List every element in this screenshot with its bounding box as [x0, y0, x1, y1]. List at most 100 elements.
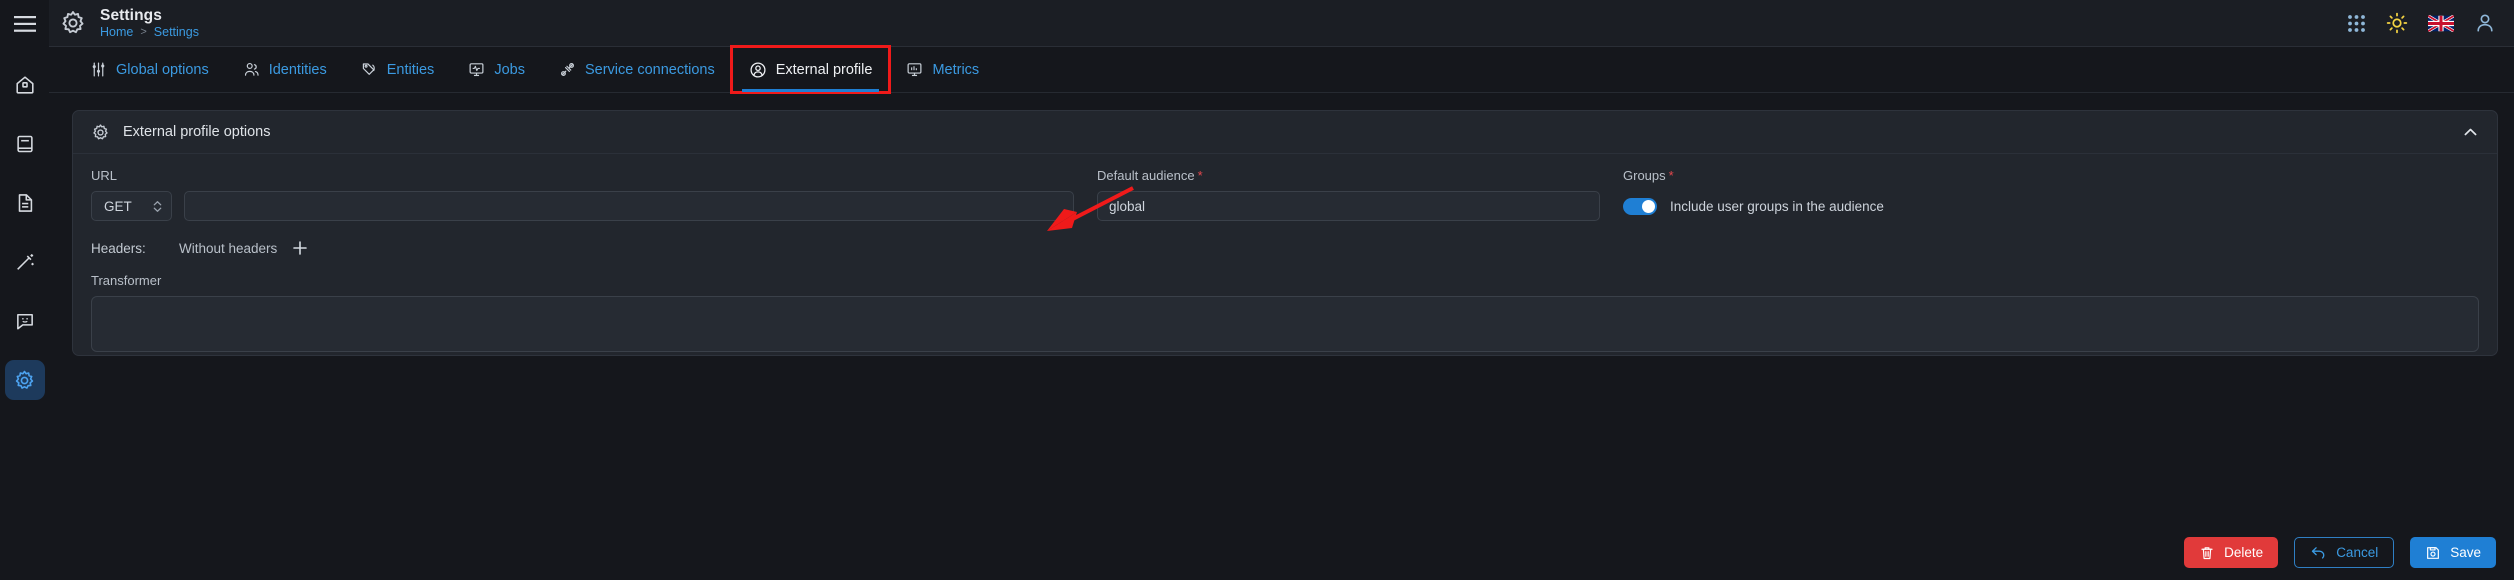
monitor-pulse-icon	[468, 61, 485, 78]
grid-apps-icon	[2348, 14, 2365, 32]
page-heading-group: Settings Home > Settings	[100, 7, 199, 40]
sidebar-item-feedback[interactable]	[5, 301, 45, 341]
groups-label-text: Groups	[1623, 168, 1666, 183]
breadcrumb: Home > Settings	[100, 25, 199, 40]
cancel-button-label: Cancel	[2336, 545, 2379, 560]
sun-icon	[2386, 12, 2408, 34]
tab-identities[interactable]: Identities	[226, 47, 344, 92]
default-audience-input[interactable]: global	[1097, 191, 1600, 221]
breadcrumb-home-link[interactable]: Home	[100, 25, 133, 40]
connector-icon	[559, 61, 576, 78]
groups-field-group: Groups * Include user groups in the audie…	[1623, 168, 2479, 221]
sliders-icon	[90, 61, 107, 78]
rail-items	[0, 65, 49, 400]
document-icon	[18, 194, 32, 212]
headers-label: Headers:	[91, 240, 146, 256]
save-button-label: Save	[2450, 545, 2481, 560]
http-method-value: GET	[104, 198, 132, 214]
tab-label: Entities	[386, 61, 435, 78]
tab-service-connections[interactable]: Service connections	[542, 47, 732, 92]
form-actions: Delete Cancel Save	[2184, 537, 2496, 568]
panel-header: External profile options	[73, 111, 2497, 154]
undo-arrow-icon	[2312, 547, 2325, 559]
page-title: Settings	[100, 6, 162, 24]
settings-tabs: Global options Identities Entities Jobs …	[49, 45, 2514, 94]
tab-jobs[interactable]: Jobs	[451, 47, 542, 92]
monitor-chart-icon	[906, 61, 923, 78]
gear-icon	[91, 123, 110, 142]
default-audience-field-group: Default audience * global	[1097, 168, 1600, 221]
gear-icon	[62, 11, 84, 34]
top-bar: Settings Home > Settings	[49, 0, 2514, 47]
users-icon	[243, 61, 260, 78]
left-nav-rail	[0, 0, 49, 580]
include-user-groups-label: Include user groups in the audience	[1670, 198, 1884, 214]
panel-body: URL GET Default audience * global Groups…	[73, 154, 2497, 352]
hamburger-menu-icon	[13, 15, 36, 32]
groups-label: Groups *	[1623, 168, 2479, 183]
account-button[interactable]	[2474, 12, 2496, 34]
chevron-updown-icon	[153, 200, 162, 212]
default-audience-label: Default audience *	[1097, 168, 1600, 183]
language-selector-button[interactable]	[2428, 14, 2454, 32]
delete-button-label: Delete	[2224, 545, 2264, 560]
transformer-field-group: Transformer	[91, 273, 2479, 352]
trash-icon	[2201, 546, 2213, 559]
url-field-group: URL GET	[91, 168, 1074, 221]
required-marker: *	[1197, 168, 1203, 183]
delete-button[interactable]: Delete	[2184, 537, 2279, 568]
external-profile-options-panel: External profile options URL GET Default…	[72, 110, 2498, 356]
tab-global-options[interactable]: Global options	[73, 47, 226, 92]
groups-toggle-row: Include user groups in the audience	[1623, 191, 2479, 221]
panel-title: External profile options	[123, 124, 271, 140]
hamburger-menu-button[interactable]	[0, 0, 49, 47]
apps-grid-button[interactable]	[2347, 14, 2366, 33]
fields-row: URL GET Default audience * global Groups…	[91, 168, 2479, 221]
sidebar-item-home[interactable]	[5, 65, 45, 105]
gear-icon	[15, 370, 34, 389]
book-icon	[16, 135, 33, 153]
sidebar-item-settings[interactable]	[4, 360, 45, 400]
tab-external-profile[interactable]: External profile	[729, 45, 892, 94]
headers-row: Headers: Without headers	[91, 239, 2479, 257]
url-row: GET	[91, 191, 1074, 221]
http-method-select[interactable]: GET	[91, 191, 172, 221]
breadcrumb-separator: >	[140, 25, 147, 38]
tab-label: Identities	[268, 61, 327, 78]
transformer-textarea[interactable]	[91, 296, 2479, 352]
chevron-up-icon	[2464, 128, 2477, 135]
tab-label: Metrics	[932, 61, 980, 78]
user-circle-icon	[749, 61, 767, 79]
theme-toggle-button[interactable]	[2386, 12, 2408, 34]
tag-icon	[361, 61, 378, 78]
user-avatar-icon	[2477, 14, 2493, 32]
url-input[interactable]	[184, 191, 1074, 221]
uk-flag-icon	[2428, 14, 2454, 32]
save-button[interactable]: Save	[2410, 537, 2496, 568]
transformer-label: Transformer	[91, 273, 162, 288]
sidebar-item-automation[interactable]	[5, 242, 45, 282]
headers-value: Without headers	[179, 240, 278, 256]
page-gear-icon-wrap	[59, 9, 87, 37]
home-icon	[15, 76, 34, 94]
tab-label: External profile	[775, 61, 873, 78]
add-header-button[interactable]	[291, 239, 309, 257]
toggle-knob	[1642, 199, 1655, 213]
default-audience-label-text: Default audience	[1097, 168, 1195, 183]
include-user-groups-toggle[interactable]	[1623, 197, 1657, 215]
sidebar-item-library[interactable]	[5, 124, 45, 164]
breadcrumb-current-link[interactable]: Settings	[154, 25, 199, 40]
required-marker: *	[1668, 168, 1674, 183]
magic-wand-icon	[16, 254, 34, 270]
tab-metrics[interactable]: Metrics	[889, 47, 996, 92]
chat-smiley-icon	[16, 313, 33, 330]
cancel-button[interactable]: Cancel	[2294, 537, 2395, 568]
sidebar-item-documents[interactable]	[5, 183, 45, 223]
tab-entities[interactable]: Entities	[344, 47, 452, 92]
tab-label: Global options	[116, 61, 209, 78]
plus-icon	[293, 241, 308, 255]
panel-collapse-button[interactable]	[2461, 123, 2480, 142]
top-bar-actions	[2347, 12, 2514, 34]
floppy-disk-icon	[2427, 546, 2440, 559]
tab-label: Service connections	[584, 61, 715, 78]
